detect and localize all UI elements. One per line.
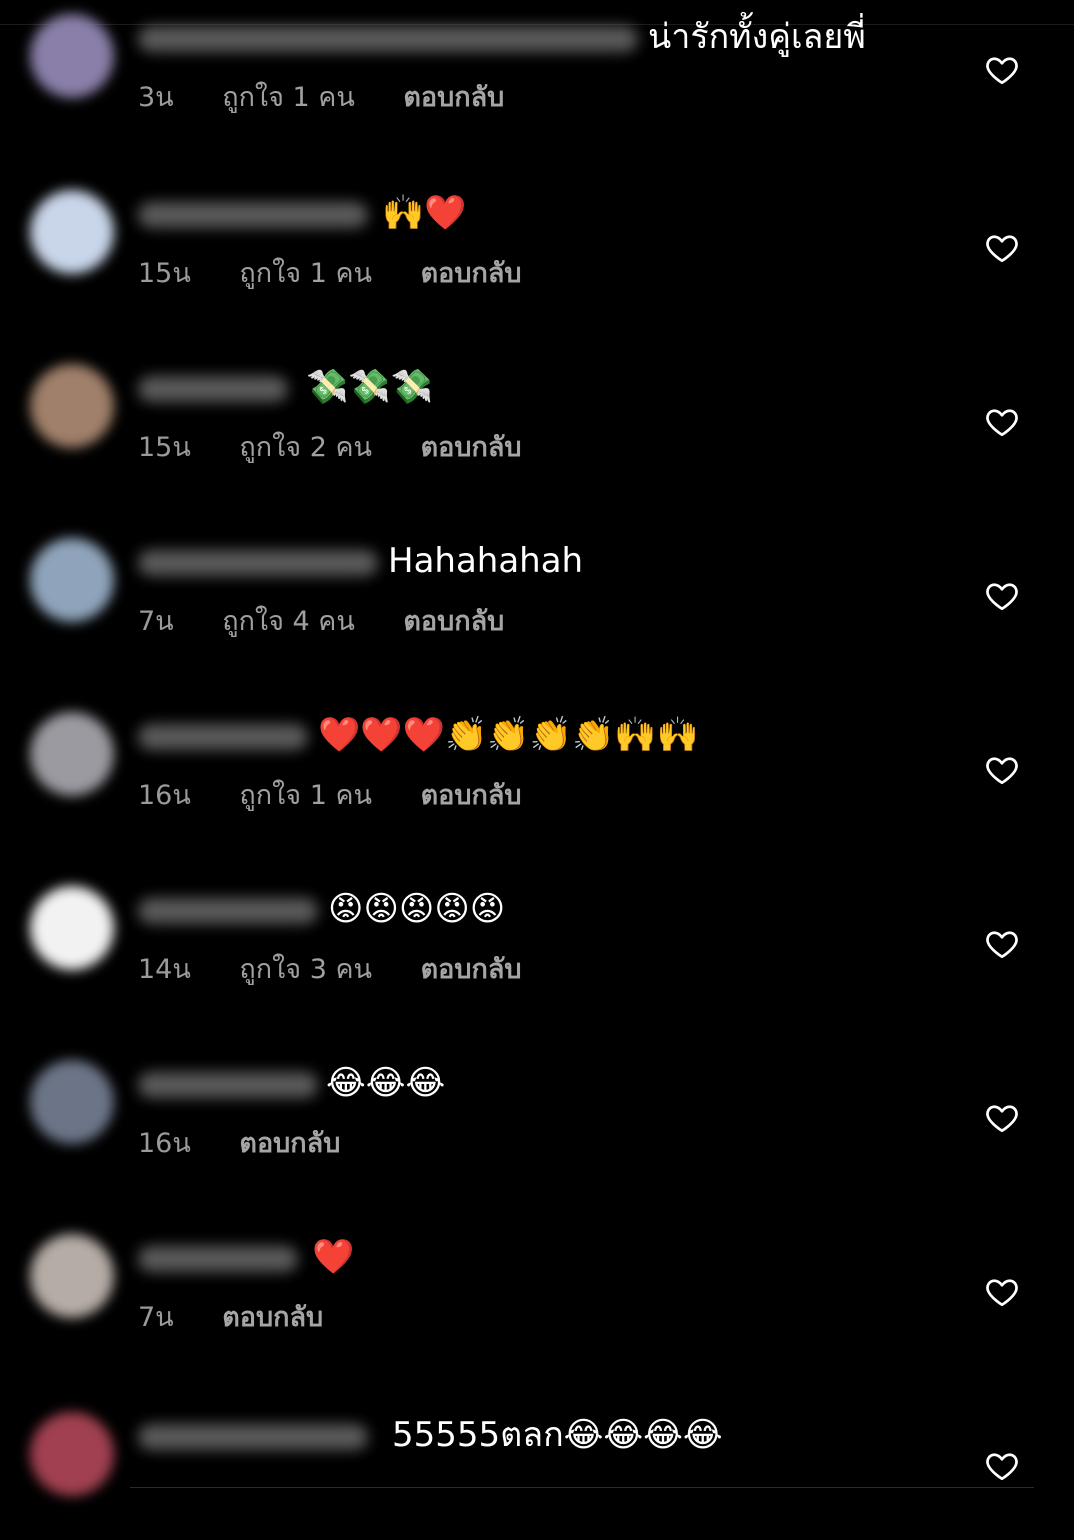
comment-item: ❤️❤️❤️👏👏👏👏🙌🙌 16น ถูกใจ 1 คน ตอบกลับ: [0, 690, 1074, 840]
comment-text: น่ารักทั้งคู่เลยพี่: [648, 17, 866, 57]
heart-outline-icon[interactable]: [984, 752, 1020, 788]
reply-button[interactable]: ตอบกลับ: [222, 1298, 323, 1338]
bottom-divider: [130, 1487, 1034, 1488]
avatar[interactable]: [30, 364, 114, 448]
comment-text: ❤️: [312, 1237, 355, 1277]
avatar[interactable]: [30, 886, 114, 970]
comment-item: 😂😂😂 16น ตอบกลับ: [0, 1038, 1074, 1188]
username-blurred[interactable]: [138, 376, 288, 402]
comment-meta: 7น ตอบกลับ: [138, 1298, 363, 1338]
comment-meta: 16น ถูกใจ 1 คน ตอบกลับ: [138, 776, 562, 816]
comment-text: Hahahahah: [388, 541, 584, 581]
comment-meta: 14น ถูกใจ 3 คน ตอบกลับ: [138, 950, 562, 990]
comment-text: 🙌❤️: [382, 193, 467, 233]
comment-meta: 15น ถูกใจ 1 คน ตอบกลับ: [138, 254, 562, 294]
reply-button[interactable]: ตอบกลับ: [239, 1124, 340, 1164]
heart-outline-icon[interactable]: [984, 926, 1020, 962]
comment-likes[interactable]: ถูกใจ 3 คน: [239, 950, 372, 990]
reply-button[interactable]: ตอบกลับ: [421, 428, 522, 468]
comment-text: 55555ตลก😂😂😂😂: [392, 1415, 723, 1455]
comment-meta: 15น ถูกใจ 2 คน ตอบกลับ: [138, 428, 562, 468]
comment-item: 55555ตลก😂😂😂😂: [0, 1390, 1074, 1540]
comment-item: 💸💸💸 15น ถูกใจ 2 คน ตอบกลับ: [0, 342, 1074, 492]
avatar[interactable]: [30, 1060, 114, 1144]
heart-outline-icon[interactable]: [984, 1100, 1020, 1136]
username-blurred[interactable]: [138, 202, 368, 228]
avatar[interactable]: [30, 1412, 114, 1496]
comment-time: 7น: [138, 1302, 174, 1333]
comment-time: 15น: [138, 258, 191, 289]
comment-item: 😡😡😡😡😡 14น ถูกใจ 3 คน ตอบกลับ: [0, 864, 1074, 1014]
comment-text: ❤️❤️❤️👏👏👏👏🙌🙌: [318, 715, 700, 755]
avatar[interactable]: [30, 712, 114, 796]
username-blurred[interactable]: [138, 1424, 368, 1450]
username-blurred[interactable]: [138, 898, 318, 924]
reply-button[interactable]: ตอบกลับ: [421, 776, 522, 816]
heart-outline-icon[interactable]: [984, 1448, 1020, 1484]
reply-button[interactable]: ตอบกลับ: [403, 78, 504, 118]
comment-item: 🙌❤️ 15น ถูกใจ 1 คน ตอบกลับ: [0, 168, 1074, 318]
comment-text: 💸💸💸: [306, 367, 434, 407]
comment-time: 15น: [138, 432, 191, 463]
heart-outline-icon[interactable]: [984, 52, 1020, 88]
comment-likes[interactable]: ถูกใจ 1 คน: [239, 776, 372, 816]
username-blurred[interactable]: [138, 26, 638, 52]
avatar[interactable]: [30, 14, 114, 98]
comment-likes[interactable]: ถูกใจ 1 คน: [222, 78, 355, 118]
avatar[interactable]: [30, 190, 114, 274]
comment-likes[interactable]: ถูกใจ 2 คน: [239, 428, 372, 468]
heart-outline-icon[interactable]: [984, 230, 1020, 266]
reply-button[interactable]: ตอบกลับ: [421, 950, 522, 990]
comment-meta: 3น ถูกใจ 1 คน ตอบกลับ: [138, 78, 544, 118]
avatar[interactable]: [30, 1234, 114, 1318]
username-blurred[interactable]: [138, 550, 378, 576]
comment-item: น่ารักทั้งคู่เลยพี่ 3น ถูกใจ 1 คน ตอบกลั…: [0, 0, 1074, 142]
avatar[interactable]: [30, 538, 114, 622]
comment-time: 16น: [138, 780, 191, 811]
comment-text: 😡😡😡😡😡: [328, 889, 506, 929]
heart-outline-icon[interactable]: [984, 1274, 1020, 1310]
comment-likes[interactable]: ถูกใจ 4 คน: [222, 602, 355, 642]
username-blurred[interactable]: [138, 1072, 318, 1098]
heart-outline-icon[interactable]: [984, 404, 1020, 440]
comment-item: ❤️ 7น ตอบกลับ: [0, 1212, 1074, 1362]
comment-time: 16น: [138, 1128, 191, 1159]
reply-button[interactable]: ตอบกลับ: [403, 602, 504, 642]
heart-outline-icon[interactable]: [984, 578, 1020, 614]
comment-time: 14น: [138, 954, 191, 985]
comment-meta: 16น ตอบกลับ: [138, 1124, 380, 1164]
username-blurred[interactable]: [138, 1246, 298, 1272]
comment-text: 😂😂😂: [326, 1063, 446, 1103]
username-blurred[interactable]: [138, 724, 308, 750]
comment-item: Hahahahah 7น ถูกใจ 4 คน ตอบกลับ: [0, 516, 1074, 666]
reply-button[interactable]: ตอบกลับ: [421, 254, 522, 294]
comment-meta: 7น ถูกใจ 4 คน ตอบกลับ: [138, 602, 544, 642]
comment-time: 3น: [138, 82, 174, 113]
comment-likes[interactable]: ถูกใจ 1 คน: [239, 254, 372, 294]
comment-time: 7น: [138, 606, 174, 637]
